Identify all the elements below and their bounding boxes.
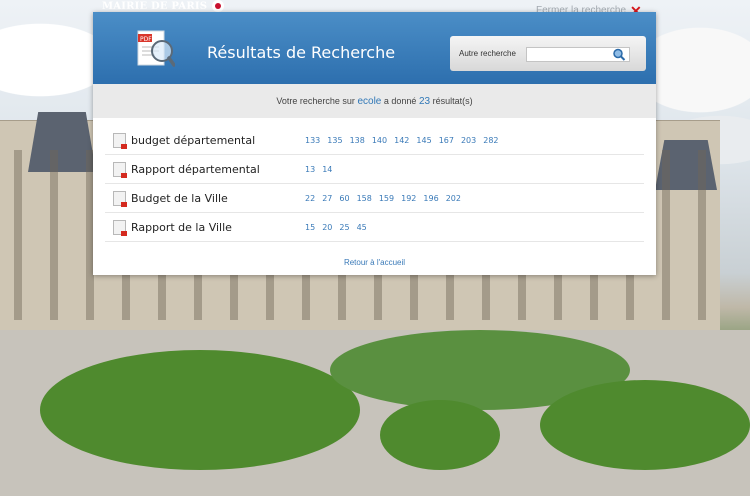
page-links: 13 14 <box>305 165 332 174</box>
logo-icon <box>212 0 225 12</box>
page-link[interactable]: 27 <box>322 194 332 203</box>
result-row: Budget de la Ville 22 27 60 158 159 192 196 202 <box>105 184 644 213</box>
search-summary: Votre recherche sur ecole a donné 23 rés… <box>93 84 656 118</box>
svg-text:PDF: PDF <box>140 36 152 43</box>
result-title[interactable]: Rapport départemental <box>131 163 305 176</box>
pdf-icon[interactable] <box>113 161 127 178</box>
page-link[interactable]: 138 <box>350 136 365 145</box>
page-link[interactable]: 14 <box>322 165 332 174</box>
page-link[interactable]: 145 <box>416 136 431 145</box>
brand-logo-text: MAIRIE DE PARIS <box>102 0 208 12</box>
result-count: 23 <box>418 96 431 107</box>
page-link[interactable]: 203 <box>461 136 476 145</box>
results-panel: PDF Résultats de Recherche Autre recherc… <box>93 12 656 275</box>
page-link[interactable]: 22 <box>305 194 315 203</box>
page-link[interactable]: 202 <box>446 194 461 203</box>
panel-header: PDF Résultats de Recherche Autre recherc… <box>93 12 656 84</box>
page-links: 133 135 138 140 142 145 167 203 282 <box>305 136 499 145</box>
pdf-icon[interactable] <box>113 190 127 207</box>
page-link[interactable]: 142 <box>394 136 409 145</box>
result-title[interactable]: budget départemental <box>131 134 305 147</box>
page-links: 15 20 25 45 <box>305 223 367 232</box>
results-list: budget départemental 133 135 138 140 142 145 16… <box>105 126 644 242</box>
search-label: Autre recherche <box>459 49 516 58</box>
page-link[interactable]: 20 <box>322 223 332 232</box>
pdf-icon[interactable] <box>113 132 127 149</box>
page-link[interactable]: 13 <box>305 165 315 174</box>
page-link[interactable]: 282 <box>483 136 498 145</box>
result-row: Rapport de la Ville 15 20 25 45 <box>105 213 644 242</box>
result-row: Rapport départemental 13 14 <box>105 155 644 184</box>
page-link[interactable]: 135 <box>327 136 342 145</box>
page-link[interactable]: 158 <box>357 194 372 203</box>
page-link[interactable]: 196 <box>423 194 438 203</box>
page-link[interactable]: 133 <box>305 136 320 145</box>
search-form: Autre recherche <box>450 36 646 71</box>
document-search-icon: PDF <box>137 30 175 67</box>
page-link[interactable]: 45 <box>357 223 367 232</box>
result-title[interactable]: Rapport de la Ville <box>131 221 305 234</box>
search-term: ecole <box>357 96 382 107</box>
page-title: Résultats de Recherche <box>207 43 396 62</box>
page-link[interactable]: 159 <box>379 194 394 203</box>
pdf-icon[interactable] <box>113 219 127 236</box>
home-link[interactable]: Retour à l'accueil <box>93 258 656 267</box>
page-link[interactable]: 25 <box>339 223 349 232</box>
page-link[interactable]: 60 <box>339 194 349 203</box>
page-link[interactable]: 15 <box>305 223 315 232</box>
brand-logo[interactable]: MAIRIE DE PARIS <box>102 0 225 12</box>
page-links: 22 27 60 158 159 192 196 202 <box>305 194 461 203</box>
magnifier-icon[interactable] <box>612 48 626 61</box>
result-title[interactable]: Budget de la Ville <box>131 192 305 205</box>
result-row: budget départemental 133 135 138 140 142 145 16… <box>105 126 644 155</box>
page-link[interactable]: 167 <box>439 136 454 145</box>
page-link[interactable]: 192 <box>401 194 416 203</box>
page-link[interactable]: 140 <box>372 136 387 145</box>
